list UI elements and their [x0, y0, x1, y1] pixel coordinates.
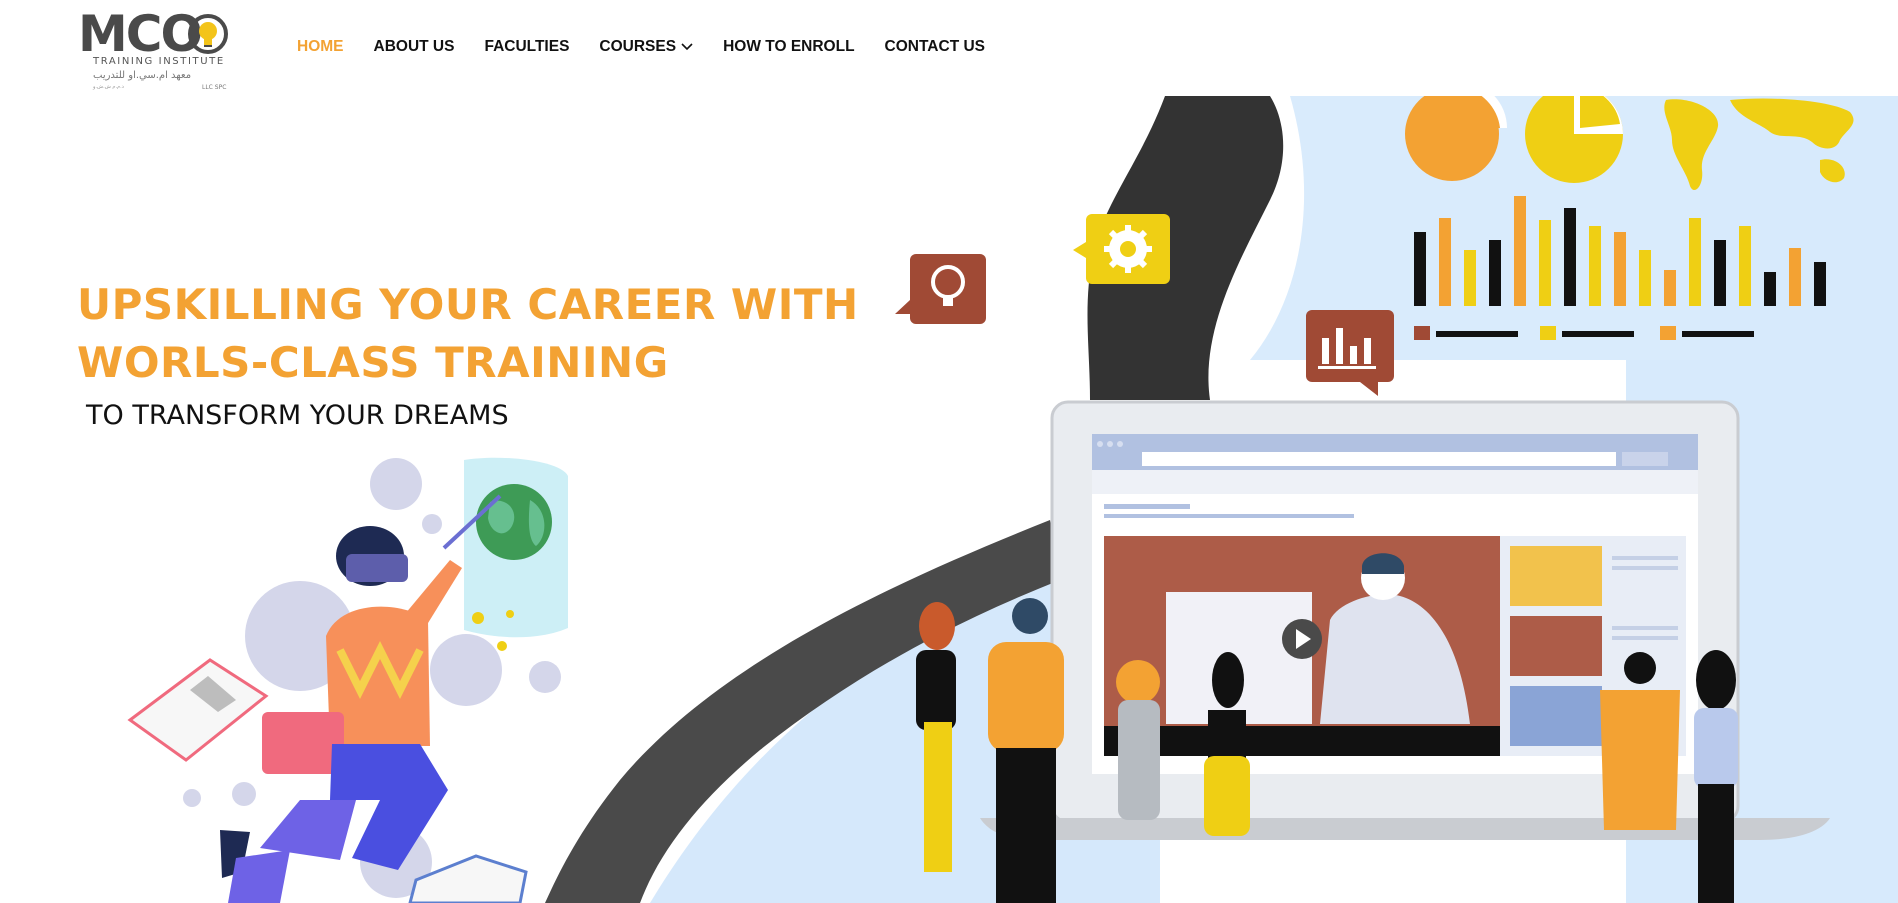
hero-title-line1: UPSKILLING YOUR CAREER WITH — [77, 280, 859, 329]
main-nav: HOME ABOUT US FACULTIES COURSES HOW TO E… — [297, 36, 1015, 58]
nav-about-us-label: ABOUT US — [373, 38, 455, 55]
site-header: MCO TRAINING INSTITUTE معهد ام.سي.او للت… — [0, 0, 1898, 96]
logo[interactable]: MCO TRAINING INSTITUTE معهد ام.سي.او للت… — [76, 5, 236, 91]
lightbulb-icon — [188, 14, 228, 54]
hero-title-line2: WORLS-CLASS TRAINING — [77, 338, 669, 387]
nav-courses-label: COURSES — [599, 38, 677, 55]
hero-title: UPSKILLING YOUR CAREER WITH WORLS-CLASS … — [77, 276, 859, 392]
hero-illustration — [127, 96, 1898, 903]
nav-faculties[interactable]: FACULTIES — [484, 38, 569, 56]
logo-arabic: معهد ام.سي.او للتدريب — [93, 70, 192, 81]
nav-contact-us[interactable]: CONTACT US — [885, 38, 985, 56]
nav-home[interactable]: HOME — [297, 38, 344, 56]
student-vr-illustration — [127, 457, 568, 903]
gear-bubble — [1073, 214, 1170, 284]
logo-wordmark: MCO — [78, 5, 203, 63]
bar-chart-bubble — [1306, 310, 1394, 396]
nav-home-label: HOME — [297, 38, 344, 55]
lightbulb-bubble — [895, 254, 986, 324]
nav-courses[interactable]: COURSES — [599, 38, 693, 56]
logo-llc: LLC SPC — [202, 84, 227, 91]
nav-contact-us-label: CONTACT US — [884, 38, 986, 55]
nav-how-to-enroll-label: HOW TO ENROLL — [723, 38, 855, 55]
chevron-down-icon — [681, 43, 693, 51]
nav-faculties-label: FACULTIES — [484, 38, 570, 55]
hero-subtitle: TO TRANSFORM YOUR DREAMS — [86, 400, 509, 431]
logo-subtitle: TRAINING INSTITUTE — [93, 56, 225, 67]
nav-about-us[interactable]: ABOUT US — [374, 38, 455, 56]
logo-tagline: ذ.م.م ش.ش.و — [93, 84, 124, 90]
nav-how-to-enroll[interactable]: HOW TO ENROLL — [723, 38, 854, 56]
